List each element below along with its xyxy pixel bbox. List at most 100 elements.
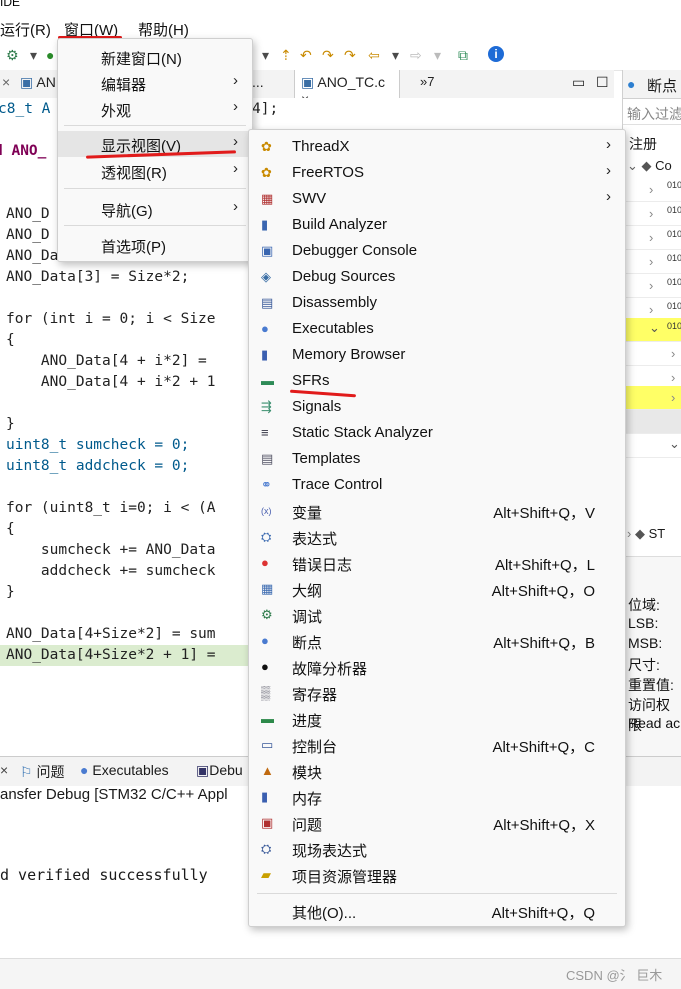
code-line: ANO_Data[4+Size*2 + 1] = <box>6 647 216 663</box>
forward-edit-icon[interactable]: ↷ <box>322 47 334 64</box>
menu-item-fault-analyzer[interactable]: ● 故障分析器 <box>249 654 625 680</box>
menu-item-freertos[interactable]: ✿ FreeRTOS › <box>249 160 625 186</box>
tree-root[interactable]: ⌄ ◆ Co <box>627 158 672 174</box>
minimize-icon[interactable]: ▭ <box>572 74 585 98</box>
sfrs-icon: ▬ <box>261 373 274 388</box>
back-icon[interactable]: ⇦ <box>368 47 380 64</box>
tree-item-st[interactable]: › ◆ ST <box>627 526 665 542</box>
register-icon: 0101 <box>667 229 681 239</box>
back-dropdown-icon[interactable]: ▾ <box>392 47 399 64</box>
info-icon[interactable]: i <box>488 46 504 62</box>
pin-icon[interactable]: ⇡ <box>280 47 292 64</box>
tab-problems[interactable]: ⚐ 问题 <box>20 762 64 782</box>
menu-item-error-log[interactable]: ● 错误日志 Alt+Shift+Q，L <box>249 550 625 576</box>
menu-item-variables[interactable]: (x) 变量 Alt+Shift+Q，V <box>249 498 625 524</box>
menu-item-new-window[interactable]: 新建窗口(N) <box>58 44 252 70</box>
menu-item-perspective[interactable]: 透视图(R) › <box>58 158 252 184</box>
chevron-right-icon: › <box>606 162 611 179</box>
menu-item-debugger-console[interactable]: ▣ Debugger Console <box>249 238 625 264</box>
back-edit-icon[interactable]: ↶ <box>300 47 312 64</box>
editor-tab-prev[interactable]: ▣ AN <box>20 74 56 98</box>
field-bitfield: 位域: <box>628 597 660 613</box>
menu-item-expressions[interactable]: ⛭ 表达式 <box>249 524 625 550</box>
tree-item-selected[interactable]: › <box>623 386 681 410</box>
menu-item-trace-control[interactable]: ⚭ Trace Control <box>249 472 625 498</box>
editor-tab-prev2[interactable]: ... <box>252 74 264 98</box>
menu-item-templates[interactable]: ▤ Templates <box>249 446 625 472</box>
tree-item-selected[interactable]: ⌄ 0101 <box>623 318 681 342</box>
menu-item-memory-browser[interactable]: ▮ Memory Browser <box>249 342 625 368</box>
tree-item[interactable]: › <box>623 342 681 366</box>
dropdown-arrow-icon[interactable]: ▾ <box>30 47 37 64</box>
field-reset: 重置值: <box>628 677 674 693</box>
dropdown[interactable]: ⌄ <box>623 434 681 458</box>
filter-input[interactable]: 输入过滤 <box>623 100 681 125</box>
debug-config-icon[interactable]: ⚙ <box>6 47 19 64</box>
chevron-right-icon[interactable]: › <box>627 526 631 541</box>
menu-item-memory[interactable]: ▮ 内存 <box>249 784 625 810</box>
debugger-icon: ▣ <box>196 762 210 778</box>
tree-item[interactable]: › 0101 <box>623 178 681 202</box>
tab-debugger[interactable]: ▣Debu <box>196 762 243 779</box>
menu-item-navigate[interactable]: 导航(G) › <box>58 196 252 222</box>
tab-overflow[interactable]: »7 <box>420 74 434 98</box>
panel-tab-bar: ● 断点 <box>623 70 681 99</box>
menu-item-threadx[interactable]: ✿ ThreadX › <box>249 134 625 160</box>
menu-help[interactable]: 帮助(H) <box>138 19 189 40</box>
close-icon[interactable]: × <box>2 74 10 98</box>
menu-item-static-stack[interactable]: ≡ Static Stack Analyzer <box>249 420 625 446</box>
menu-item-live-expressions[interactable]: ⛭ 现场表达式 <box>249 836 625 862</box>
breakpoint-icon: ● <box>627 76 636 92</box>
next-edit-icon[interactable]: ↷ <box>344 47 356 64</box>
menu-item-executables[interactable]: ● Executables <box>249 316 625 342</box>
menu-item-appearance[interactable]: 外观 › <box>58 96 252 122</box>
menu-item-modules[interactable]: ▲ 模块 <box>249 758 625 784</box>
disassembly-icon: ▤ <box>261 295 274 310</box>
chevron-right-icon: › <box>233 98 238 115</box>
menu-item-project-explorer[interactable]: ▰ 项目资源管理器 <box>249 862 625 888</box>
build-analyzer-icon: ▮ <box>261 217 269 232</box>
menu-item-debug[interactable]: ⚙ 调试 <box>249 602 625 628</box>
tree-item[interactable]: › 0101 <box>623 226 681 250</box>
code-line: uint8_t addcheck = 0; <box>6 458 190 474</box>
menu-item-preferences[interactable]: 首选项(P) <box>58 232 252 258</box>
tab-executables[interactable]: ● Executables <box>80 762 169 778</box>
menu-item-registers[interactable]: ▒ 寄存器 <box>249 680 625 706</box>
menu-item-other[interactable]: 其他(O)... Alt+Shift+Q，Q <box>249 898 625 924</box>
menu-item-signals[interactable]: ⇶ Signals <box>249 394 625 420</box>
menu-run[interactable]: 运行(R) <box>0 19 51 40</box>
tree-item[interactable]: › 0101 <box>623 274 681 298</box>
forward-dropdown-icon[interactable]: ▾ <box>434 47 441 64</box>
menu-item-progress[interactable]: ▬ 进度 <box>249 706 625 732</box>
maximize-icon[interactable]: ☐ <box>596 74 609 98</box>
expand-icon[interactable]: ⌄ <box>627 158 638 173</box>
panel-tab[interactable]: 断点 <box>647 75 677 96</box>
open-perspective-icon[interactable]: ⧉ <box>458 47 468 64</box>
freertos-icon: ✿ <box>261 165 272 180</box>
outline-icon: ▦ <box>261 581 274 596</box>
code-line: uint8_t sumcheck = 0; <box>6 437 190 453</box>
fault-analyzer-icon: ● <box>261 659 269 674</box>
forward-icon[interactable]: ⇨ <box>410 47 422 64</box>
templates-icon: ▤ <box>261 451 274 466</box>
menu-item-breakpoints[interactable]: ● 断点 Alt+Shift+Q，B <box>249 628 625 654</box>
tree-item[interactable]: › 0101 <box>623 202 681 226</box>
menu-item-outline[interactable]: ▦ 大纲 Alt+Shift+Q，O <box>249 576 625 602</box>
menu-item-problems[interactable]: ▣ 问题 Alt+Shift+Q，X <box>249 810 625 836</box>
live-expressions-icon: ⛭ <box>261 841 272 856</box>
menu-item-debug-sources[interactable]: ◈ Debug Sources <box>249 264 625 290</box>
menu-item-disassembly[interactable]: ▤ Disassembly <box>249 290 625 316</box>
tree-item[interactable]: › 0101 <box>623 250 681 274</box>
run-icon[interactable]: ● <box>46 47 54 63</box>
menu-item-console[interactable]: ▭ 控制台 Alt+Shift+Q，C <box>249 732 625 758</box>
code-line: c8_t A <box>0 101 51 117</box>
menu-item-editor[interactable]: 编辑器 › <box>58 70 252 96</box>
editor-tab-active[interactable]: ▣ ANO_TC.c × <box>294 70 400 107</box>
code-line: addcheck += sumcheck <box>6 563 216 579</box>
close-icon[interactable]: × <box>0 762 8 778</box>
chevron-right-icon: › <box>649 230 654 245</box>
menu-item-swv[interactable]: ▦ SWV › <box>249 186 625 212</box>
toolbar-dropdown-icon[interactable]: ▾ <box>262 47 269 64</box>
register-icon: 0101 <box>667 277 681 287</box>
menu-item-build-analyzer[interactable]: ▮ Build Analyzer <box>249 212 625 238</box>
